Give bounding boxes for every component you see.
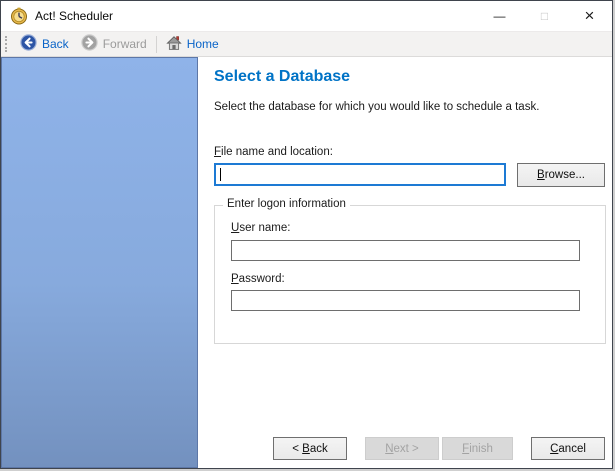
password-input[interactable] <box>232 291 579 311</box>
text-caret <box>220 168 221 181</box>
back-circle-icon <box>20 34 37 54</box>
home-icon <box>165 35 182 54</box>
user-name-input[interactable] <box>232 241 579 261</box>
wizard-finish-button: Finish <box>442 437 513 460</box>
wizard-sidebar-panel <box>1 57 198 468</box>
title-bar: Act! Scheduler — □ × <box>1 1 612 31</box>
wizard-content-area: Select a Database Select the database fo… <box>198 57 612 468</box>
user-name-label: User name: <box>231 222 291 234</box>
maximize-icon: □ <box>540 9 549 23</box>
wizard-next-button: Next > <box>365 437 439 460</box>
window-controls: — □ × <box>477 1 612 31</box>
home-nav-label: Home <box>186 37 219 51</box>
logon-information-groupbox: Enter logon information User name: Passw… <box>214 198 606 344</box>
logon-group-title: Enter logon information <box>223 198 350 210</box>
back-nav-label: Back <box>42 37 69 51</box>
forward-nav-button: Forward <box>75 32 153 56</box>
page-description: Select the database for which you would … <box>214 101 540 113</box>
password-label: Password: <box>231 273 285 285</box>
toolbar-separator <box>155 35 157 53</box>
forward-nav-label: Forward <box>102 37 147 51</box>
act-scheduler-window: Act! Scheduler — □ × Back Forward Home S… <box>0 0 613 469</box>
browse-button[interactable]: Browse... <box>517 163 605 187</box>
minimize-icon: — <box>493 9 506 23</box>
file-name-label: File name and location: <box>214 146 333 158</box>
wizard-back-button[interactable]: < Back <box>273 437 347 460</box>
app-clock-icon <box>10 7 28 25</box>
file-name-input-box <box>214 163 506 186</box>
navigation-toolbar: Back Forward Home <box>1 31 612 57</box>
user-name-input-box <box>231 240 580 261</box>
home-nav-button[interactable]: Home <box>160 32 225 56</box>
minimize-button[interactable]: — <box>477 1 522 31</box>
back-nav-button[interactable]: Back <box>14 32 75 56</box>
password-input-box <box>231 290 580 311</box>
toolbar-grip-handle[interactable] <box>5 36 7 52</box>
close-icon: × <box>584 6 595 25</box>
close-button[interactable]: × <box>567 1 612 31</box>
page-title: Select a Database <box>214 68 351 85</box>
forward-circle-icon <box>80 34 98 54</box>
file-name-input[interactable] <box>216 165 504 185</box>
window-title: Act! Scheduler <box>35 9 114 23</box>
wizard-cancel-button[interactable]: Cancel <box>531 437 605 460</box>
maximize-button: □ <box>522 1 567 31</box>
